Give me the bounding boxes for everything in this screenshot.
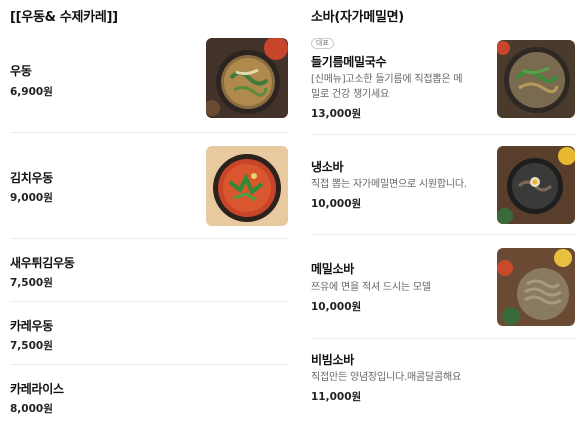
menu-item-name: 김치우동 — [10, 171, 53, 185]
cold-soba-photo — [497, 146, 575, 224]
divider — [10, 364, 288, 365]
menu-item-shrimp-tempura-udon[interactable]: 새우튀김우동 7,500원 — [10, 248, 290, 298]
menu-item-price: 8,000원 — [10, 403, 53, 415]
menu-item-name: 들기름메밀국수 — [311, 55, 387, 69]
menu-item-name: 카레우동 — [10, 319, 53, 333]
menu-item-name: 카레라이스 — [10, 382, 64, 396]
menu-item-description: 직접만든 양념장입니다.매콤달콤해요 — [311, 372, 461, 383]
section-title-soba: 소바(자가메밀면) — [311, 10, 404, 25]
section-title-udon-curry: [[우동& 수제카레]] — [10, 10, 118, 25]
menu-item-zaru-soba[interactable]: 메밀소바 쯔유에 면을 적셔 드시는 모델 10,000원 — [311, 246, 576, 328]
menu-item-description: 밀로 건강 챙기세요 — [311, 89, 389, 100]
menu-item-curry-udon[interactable]: 카레우동 7,500원 — [10, 311, 290, 361]
menu-item-name: 냉소바 — [311, 160, 344, 174]
menu-item-name: 새우튀김우동 — [10, 256, 75, 270]
menu-item-name: 우동 — [10, 64, 32, 78]
signature-badge: 대표 — [311, 38, 334, 49]
menu-item-price: 13,000원 — [311, 108, 362, 120]
divider — [311, 338, 575, 339]
menu-item-price: 7,500원 — [10, 277, 53, 289]
menu-item-bibim-soba[interactable]: 비빔소바 직접만든 양념장입니다.매콤달콤해요 11,000원 — [311, 348, 576, 408]
menu-item-price: 11,000원 — [311, 391, 362, 403]
menu-item-description: 쯔유에 면을 적셔 드시는 모델 — [311, 282, 431, 293]
menu-item-cold-soba[interactable]: 냉소바 직접 뽑는 자가메밀면으로 시원합니다. 10,000원 — [311, 144, 576, 226]
menu-item-price: 7,500원 — [10, 340, 53, 352]
divider — [10, 301, 288, 302]
menu-item-udon[interactable]: 우동 6,900원 — [10, 38, 290, 130]
menu-item-price: 10,000원 — [311, 301, 362, 313]
menu-item-description: 직접 뽑는 자가메밀면으로 시원합니다. — [311, 179, 467, 190]
divider — [10, 132, 288, 133]
zaru-soba-photo — [497, 248, 575, 326]
menu-item-name: 비빔소바 — [311, 353, 354, 367]
perilla-soba-photo — [497, 40, 575, 118]
menu-item-price: 6,900원 — [10, 86, 53, 98]
menu-item-name: 메밀소바 — [311, 262, 354, 276]
menu-item-kimchi-udon[interactable]: 김치우동 9,000원 — [10, 144, 290, 228]
menu-item-perilla-soba[interactable]: 대표 들기름메밀국수 [신메뉴]고소한 들기름에 직접뽑은 메 밀로 건강 챙기… — [311, 38, 576, 126]
menu-item-description: [신메뉴]고소한 들기름에 직접뽑은 메 — [311, 74, 463, 85]
menu-item-price: 10,000원 — [311, 198, 362, 210]
menu-item-curry-rice[interactable]: 카레라이스 8,000원 — [10, 374, 290, 424]
menu-item-price: 9,000원 — [10, 192, 53, 204]
divider — [311, 134, 575, 135]
udon-photo — [206, 38, 288, 118]
divider — [10, 238, 288, 239]
divider — [311, 234, 575, 235]
kimchi-udon-photo — [206, 146, 288, 226]
